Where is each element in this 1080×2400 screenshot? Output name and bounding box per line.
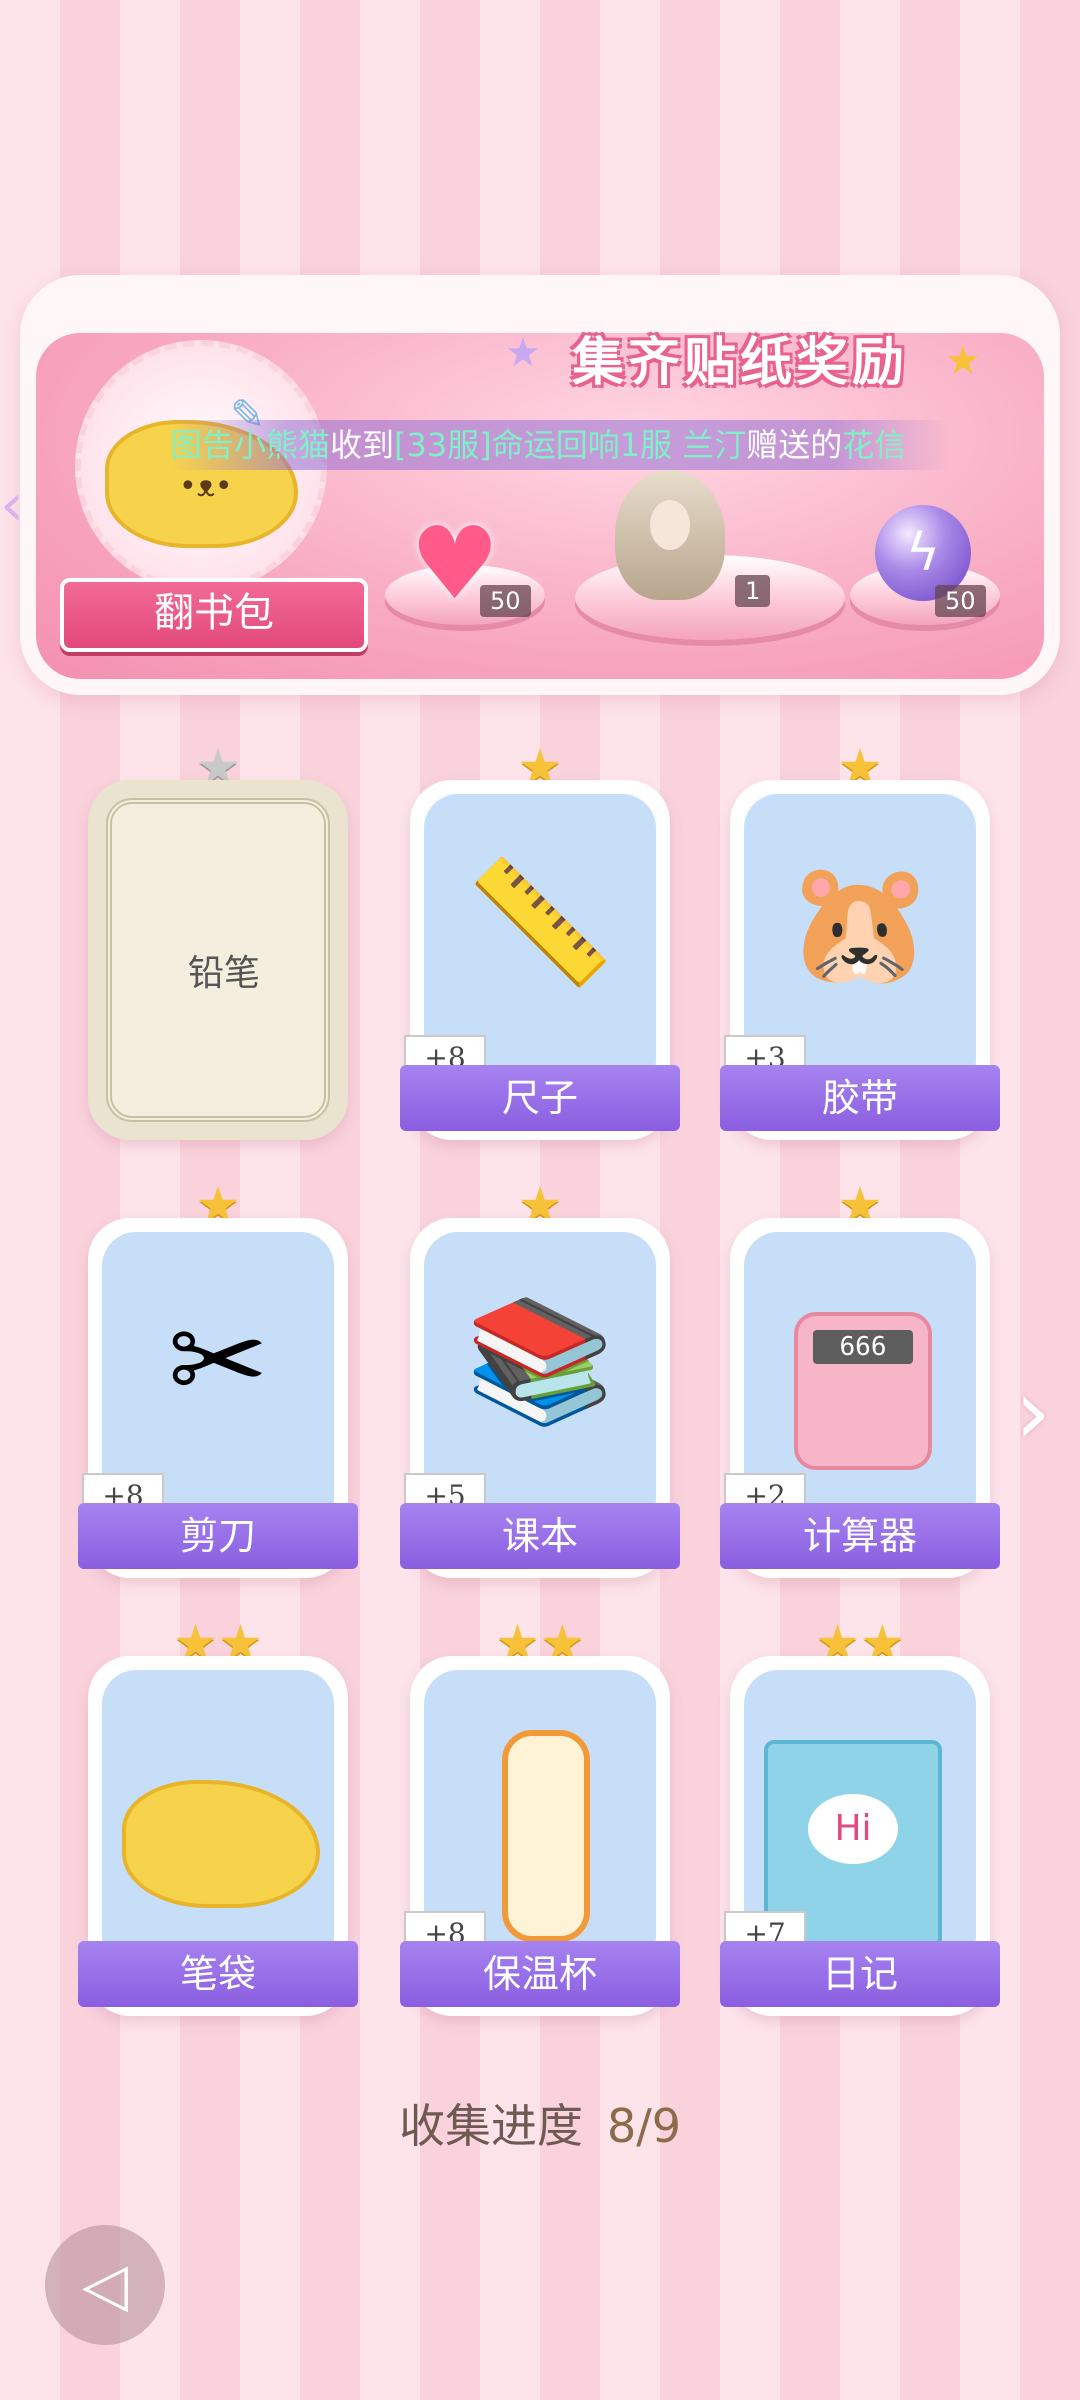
thermos-icon: [502, 1730, 590, 1942]
calculator-icon: 666: [794, 1312, 932, 1470]
sticker-card-pencil[interactable]: ★ 铅笔: [88, 738, 348, 1140]
back-arrow-icon: ◁: [81, 2250, 129, 2320]
collection-progress: 收集进度 8/9: [0, 2090, 1080, 2156]
sticker-name: 剪刀: [78, 1503, 358, 1569]
broadcast-marquee: 图告小熊猫收到[33服]命运回响1服 兰汀赠送的花信: [170, 420, 950, 470]
sticker-card-textbook[interactable]: ★ 📚 +5 课本: [400, 1176, 680, 1578]
sticker-card-pencil-case[interactable]: ★★ 笔袋: [78, 1614, 358, 2016]
next-page-arrow-icon[interactable]: ›: [1015, 1360, 1051, 1465]
sticker-name: 保温杯: [400, 1941, 680, 2007]
pencil-case-icon: [122, 1780, 320, 1908]
tape-icon: 🐹: [785, 854, 935, 993]
sticker-name: 尺子: [400, 1065, 680, 1131]
diary-bubble: Hi: [808, 1794, 898, 1864]
scissors-icon: ✂: [167, 1292, 269, 1431]
sticker-card-thermos[interactable]: ★★ +8 保温杯: [400, 1614, 680, 2016]
card-art: [102, 1670, 334, 1970]
sticker-card-tape[interactable]: ★ 🐹 +3 胶带: [720, 738, 1000, 1140]
faint-arrow-icon: ‹: [0, 470, 24, 540]
costume-figure-icon[interactable]: [615, 470, 725, 600]
sticker-card-ruler[interactable]: ★ 📏 +8 尺子: [400, 738, 680, 1140]
sticker-name: 计算器: [720, 1503, 1000, 1569]
sticker-name: 课本: [400, 1503, 680, 1569]
sticker-name: 笔袋: [78, 1941, 358, 2007]
reward-qty: 1: [735, 575, 771, 607]
sticker-name: 铅笔: [187, 953, 260, 994]
sticker-card-scissors[interactable]: ★ ✂ +8 剪刀: [78, 1176, 358, 1578]
star-icon: ★: [945, 338, 981, 384]
calculator-display: 666: [813, 1330, 913, 1364]
locked-card-art: 铅笔: [106, 798, 330, 1122]
progress-value: 8/9: [606, 2099, 682, 2153]
sticker-name: 胶带: [720, 1065, 1000, 1131]
progress-label: 收集进度: [398, 2099, 583, 2153]
flip-book-bag-button[interactable]: 翻书包: [60, 578, 368, 652]
sticker-card-calculator[interactable]: ★ 666 +2 计算器: [720, 1176, 1000, 1578]
ruler-icon: 📏: [465, 854, 615, 993]
sticker-name: 日记: [720, 1941, 1000, 2007]
star-icon: ★: [505, 330, 541, 376]
back-button[interactable]: ◁: [45, 2225, 165, 2345]
sticker-card-diary[interactable]: ★★ Hi +7 日记: [720, 1614, 1000, 2016]
reward-qty: 50: [480, 585, 531, 617]
books-icon: 📚: [465, 1292, 615, 1431]
reward-qty: 50: [935, 585, 986, 617]
banner-title: 集齐贴纸奖励: [571, 333, 908, 393]
